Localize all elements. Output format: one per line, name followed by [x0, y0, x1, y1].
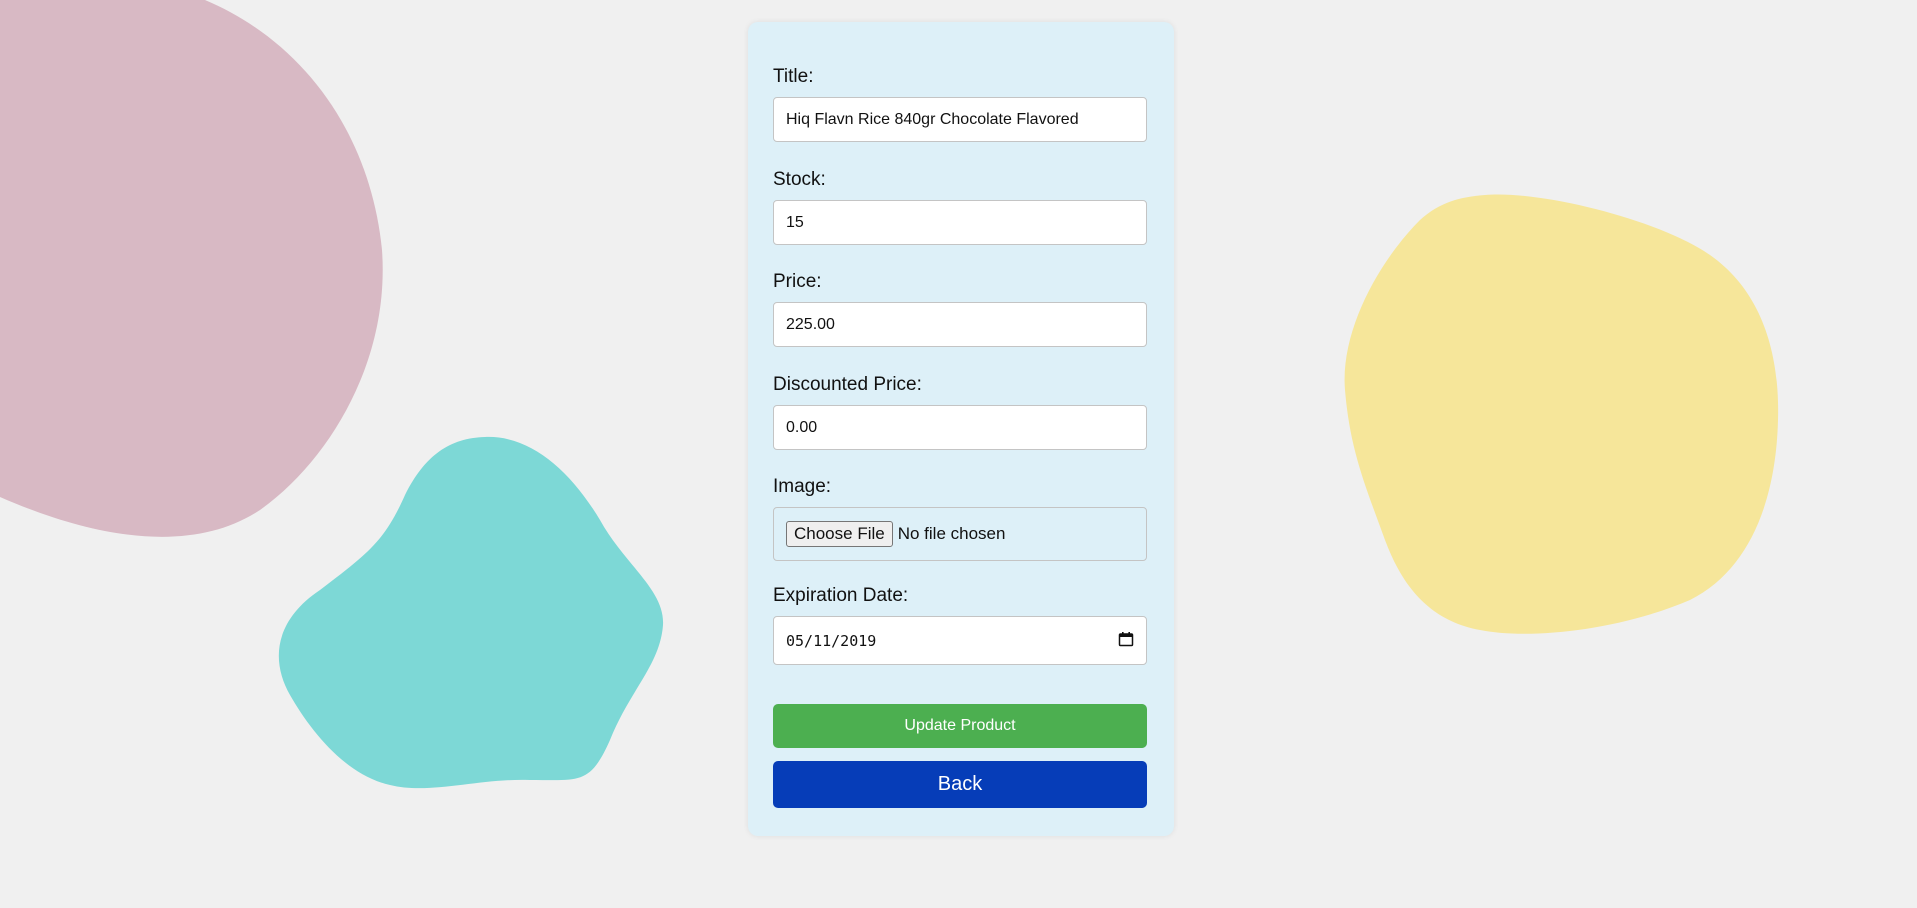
expiration-date-input[interactable]: 05/11/2019 [773, 616, 1147, 665]
price-label: Price: [773, 271, 822, 292]
file-status-text: No file chosen [897, 524, 1006, 543]
teal-blob [278, 436, 664, 789]
back-button[interactable]: Back [773, 761, 1147, 808]
stock-input[interactable]: 15 [773, 200, 1147, 245]
title-input[interactable]: Hiq Flavn Rice 840gr Chocolate Flavored [773, 97, 1147, 142]
title-label: Title: [773, 66, 814, 87]
expiration-date-value: 05/11/2019 [786, 631, 877, 650]
choose-file-button[interactable]: Choose File [786, 521, 893, 547]
update-product-button[interactable]: Update Product [773, 704, 1147, 748]
edit-product-card: Title: Hiq Flavn Rice 840gr Chocolate Fl… [748, 22, 1174, 836]
image-file-input[interactable]: Choose File No file chosen [773, 507, 1147, 561]
image-label: Image: [773, 476, 832, 497]
price-input[interactable]: 225.00 [773, 302, 1147, 347]
stock-label: Stock: [773, 169, 826, 190]
yellow-blob [1344, 194, 1779, 634]
expiration-date-label: Expiration Date: [773, 585, 909, 606]
discounted-price-label: Discounted Price: [773, 374, 922, 395]
calendar-icon[interactable] [1118, 631, 1134, 651]
discounted-price-input[interactable]: 0.00 [773, 405, 1147, 450]
